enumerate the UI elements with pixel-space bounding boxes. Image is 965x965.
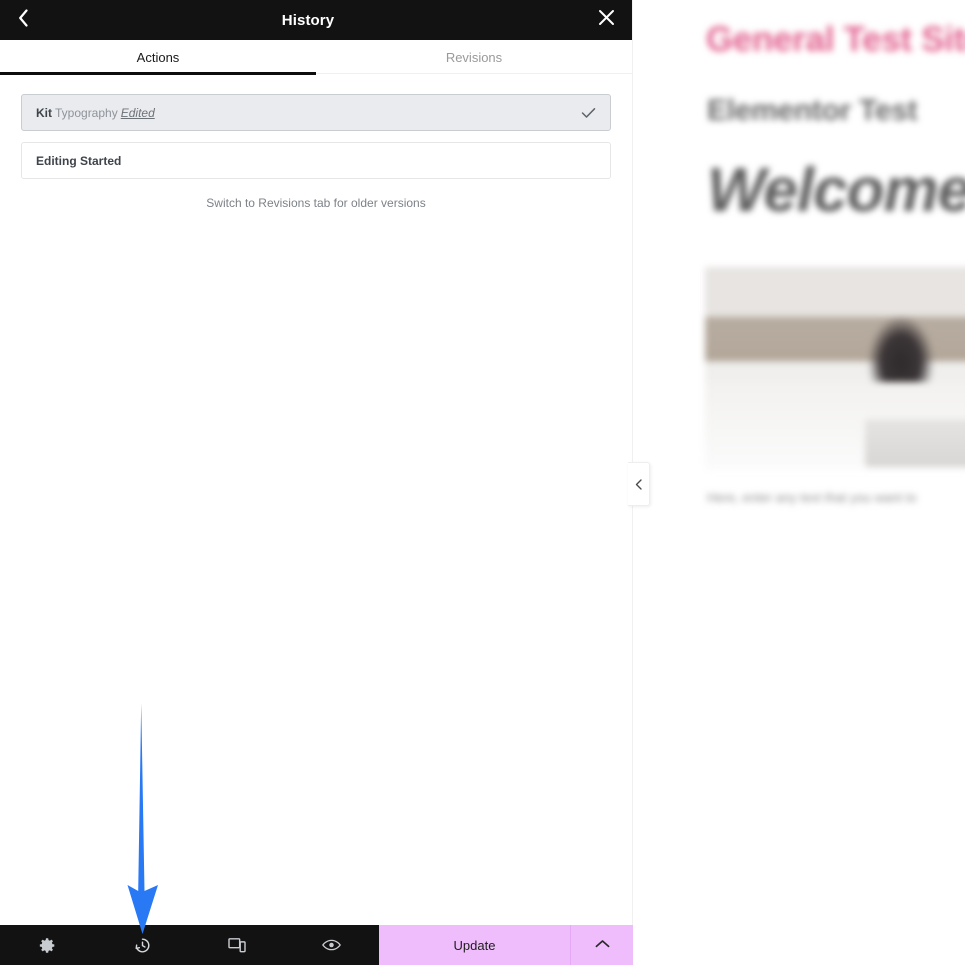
tab-revisions-label: Revisions [445,49,503,65]
preview-button[interactable] [284,925,379,965]
chevron-left-icon [635,478,642,490]
history-item-labels: Editing Started [36,154,596,168]
settings-button[interactable] [0,925,95,965]
footer-tools [0,925,379,965]
history-item-labels: Kit Typography Edited [36,106,581,120]
panel-header: History [0,0,632,40]
preview-body-text: Here, enter any text that you want to [707,490,917,505]
chevron-up-icon [595,936,610,954]
preview-welcome-heading: Welcome [707,156,965,225]
close-icon [598,9,615,31]
history-item-status: Edited [120,105,155,120]
panel-collapse-handle[interactable] [628,462,650,506]
preview-site-title: General Test Site [706,20,965,59]
check-icon [581,107,596,119]
editor-footer-bar: Update [0,925,633,965]
site-preview-canvas[interactable]: General Test Site Elementor Test Welcome… [633,0,965,965]
responsive-mode-button[interactable] [190,925,285,965]
history-list: Kit Typography Edited Editing Started Swit… [0,74,632,965]
history-item-subtitle: Typography [55,105,118,120]
history-item-title: Editing Started [36,153,122,168]
settings-icon [39,937,56,954]
preview-icon [322,938,342,952]
history-item-current[interactable]: Kit Typography Edited [21,94,611,131]
update-button[interactable]: Update [379,925,570,965]
panel-tabs: Actions Revisions [0,40,632,75]
history-item-editing-started[interactable]: Editing Started [21,142,611,179]
panel-close-button[interactable] [580,0,632,40]
preview-sub-title: Elementor Test [707,94,918,127]
history-panel: History Actions Revisions Kit Typography E [0,0,633,965]
tab-actions-label: Actions [136,49,180,65]
tab-actions[interactable]: Actions [0,40,316,75]
panel-title: History [281,11,335,29]
chevron-left-icon [18,8,29,32]
history-button[interactable] [95,925,190,965]
history-item-title: Kit [36,105,52,120]
editor-screen: General Test Site Elementor Test Welcome… [0,0,965,965]
history-note: Switch to Revisions tab for older versio… [206,196,426,210]
preview-hero-image [705,267,965,470]
update-options-button[interactable] [570,925,633,965]
tab-revisions[interactable]: Revisions [316,40,632,74]
responsive-mode-icon [228,937,246,953]
preview-content: General Test Site Elementor Test Welcome… [633,0,965,965]
history-icon [134,937,151,954]
update-button-label: Update [453,937,496,953]
